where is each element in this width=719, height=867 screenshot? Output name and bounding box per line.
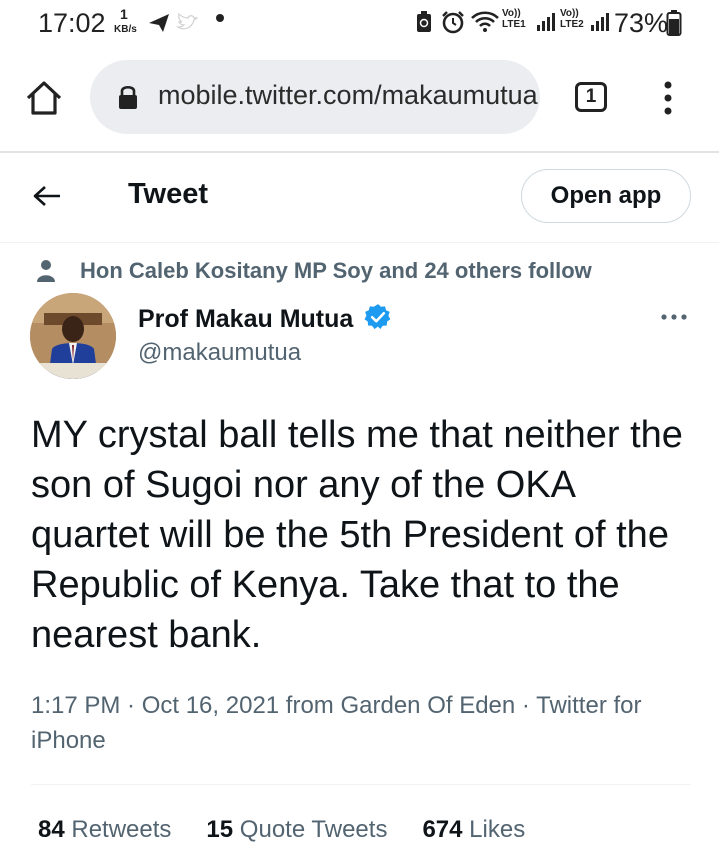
- tab-switcher-icon[interactable]: 1: [575, 82, 607, 112]
- page-title: Tweet: [128, 178, 209, 210]
- signal-2-label: Vo)) LTE2: [560, 8, 584, 30]
- avatar-image: [30, 293, 116, 379]
- signal-1-label: Vo)) LTE1: [502, 8, 526, 30]
- battery-percent: 73%: [614, 8, 669, 38]
- quotes-label: Quote Tweets: [239, 816, 388, 843]
- status-time: 17:02: [38, 8, 106, 38]
- overflow-menu-icon[interactable]: [662, 80, 674, 116]
- verified-badge-icon: [364, 304, 391, 330]
- person-icon: [37, 260, 55, 282]
- tweet-text: MY crystal ball tells me that neither th…: [31, 414, 683, 656]
- url-text[interactable]: mobile.twitter.com/makaumutua: [158, 80, 538, 111]
- quotes-count: 15: [206, 816, 234, 843]
- more-icon[interactable]: [660, 312, 688, 322]
- home-icon[interactable]: [24, 80, 64, 116]
- lock-icon: [119, 85, 137, 109]
- open-app-button[interactable]: Open app: [521, 169, 691, 223]
- meta-divider: [31, 784, 691, 785]
- tweet-metadata[interactable]: 1:17 PM · Oct 16, 2021 from Garden Of Ed…: [31, 688, 691, 758]
- browser-divider: [0, 151, 719, 153]
- twitter-bird-icon: [176, 13, 198, 30]
- likes-label: Likes: [469, 816, 526, 843]
- signal-icon: [537, 13, 555, 31]
- quote-tweets-stat[interactable]: 15 Quote Tweets: [206, 816, 387, 844]
- signal-2-icon: [591, 13, 609, 31]
- engagement-stats: 84 Retweets 15 Quote Tweets 674 Likes: [38, 816, 525, 844]
- social-context[interactable]: Hon Caleb Kositany MP Soy and 24 others …: [80, 258, 592, 284]
- battery-icon: [666, 10, 682, 36]
- author-name[interactable]: Prof Makau Mutua: [138, 303, 392, 334]
- retweets-label: Retweets: [71, 816, 172, 843]
- alarm-icon: [442, 11, 464, 34]
- retweets-stat[interactable]: 84 Retweets: [38, 816, 171, 844]
- likes-stat[interactable]: 674 Likes: [422, 816, 525, 844]
- retweets-count: 84: [38, 816, 65, 843]
- net-speed-unit: KB/s: [114, 24, 137, 35]
- author-handle[interactable]: @makaumutua: [138, 339, 301, 367]
- recycle-icon: [417, 11, 431, 32]
- send-icon: [149, 14, 169, 32]
- back-arrow-icon[interactable]: [33, 185, 61, 207]
- notification-dot: [216, 14, 224, 22]
- header-divider: [0, 242, 719, 243]
- net-speed-value: 1: [120, 6, 128, 22]
- tab-count: 1: [585, 86, 597, 107]
- wifi-icon: [471, 11, 499, 32]
- status-bar: 17:02 1 KB/s Vo)) LTE1 Vo)) LTE2 73%: [0, 0, 719, 46]
- author-name-text[interactable]: Prof Makau Mutua: [138, 305, 353, 333]
- likes-count: 674: [422, 816, 463, 843]
- avatar[interactable]: [30, 293, 116, 379]
